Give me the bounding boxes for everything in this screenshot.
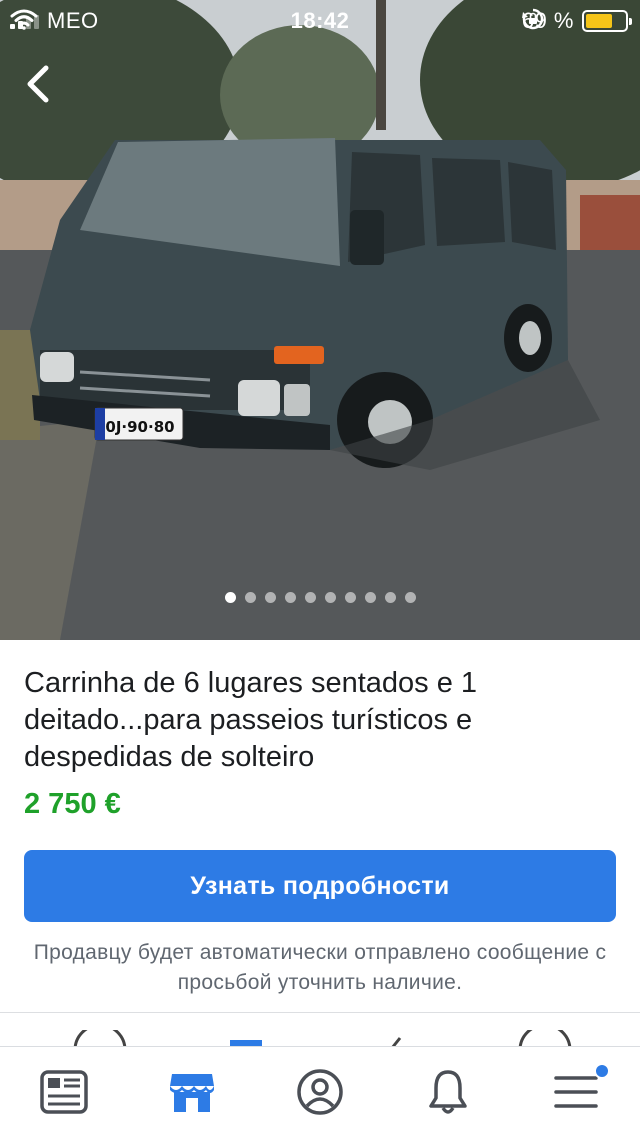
pager-dot[interactable] — [304, 592, 316, 603]
chevron-left-icon — [27, 65, 49, 103]
status-bar: MEO 18:42 69 % — [0, 0, 640, 40]
tab-menu[interactable] — [512, 1047, 640, 1136]
pager-dot[interactable] — [364, 592, 376, 603]
bottom-tab-bar — [0, 1046, 640, 1136]
listing-title: Carrinha de 6 lugares sentados e 1 deita… — [24, 667, 478, 773]
pager-dot[interactable] — [224, 592, 236, 603]
tab-marketplace[interactable] — [128, 1047, 256, 1136]
section-divider — [0, 1012, 640, 1013]
ask-details-button[interactable]: Узнать подробности — [24, 850, 616, 922]
license-plate-text: 0J·90·80 — [105, 418, 174, 436]
van-photo-illustration: 0J·90·80 — [0, 0, 640, 640]
pager-dot[interactable] — [244, 592, 256, 603]
listing-price: 2 750 € — [24, 788, 121, 820]
tab-profile[interactable] — [256, 1047, 384, 1136]
pager-dot[interactable] — [384, 592, 396, 603]
marketplace-icon — [170, 1073, 214, 1112]
pager-dot[interactable] — [404, 592, 416, 603]
pager-dot[interactable] — [344, 592, 356, 603]
photo-pager[interactable] — [0, 592, 640, 603]
menu-notification-badge — [594, 1063, 610, 1079]
tab-notifications[interactable] — [384, 1047, 512, 1136]
listing-photo[interactable]: 0J·90·80 MEO 18:42 69 % — [0, 0, 640, 640]
notifications-icon — [429, 1069, 467, 1114]
rotation-lock-icon — [521, 8, 544, 30]
pager-dot[interactable] — [284, 592, 296, 603]
pager-dot[interactable] — [324, 592, 336, 603]
auto-message-note: Продавцу будет автоматически отправлено … — [33, 941, 607, 994]
battery-icon — [582, 10, 632, 32]
pager-dot[interactable] — [264, 592, 276, 603]
tab-news-feed[interactable] — [0, 1047, 128, 1136]
back-button[interactable] — [20, 62, 60, 106]
news-feed-icon — [40, 1069, 88, 1114]
profile-icon — [297, 1068, 343, 1115]
